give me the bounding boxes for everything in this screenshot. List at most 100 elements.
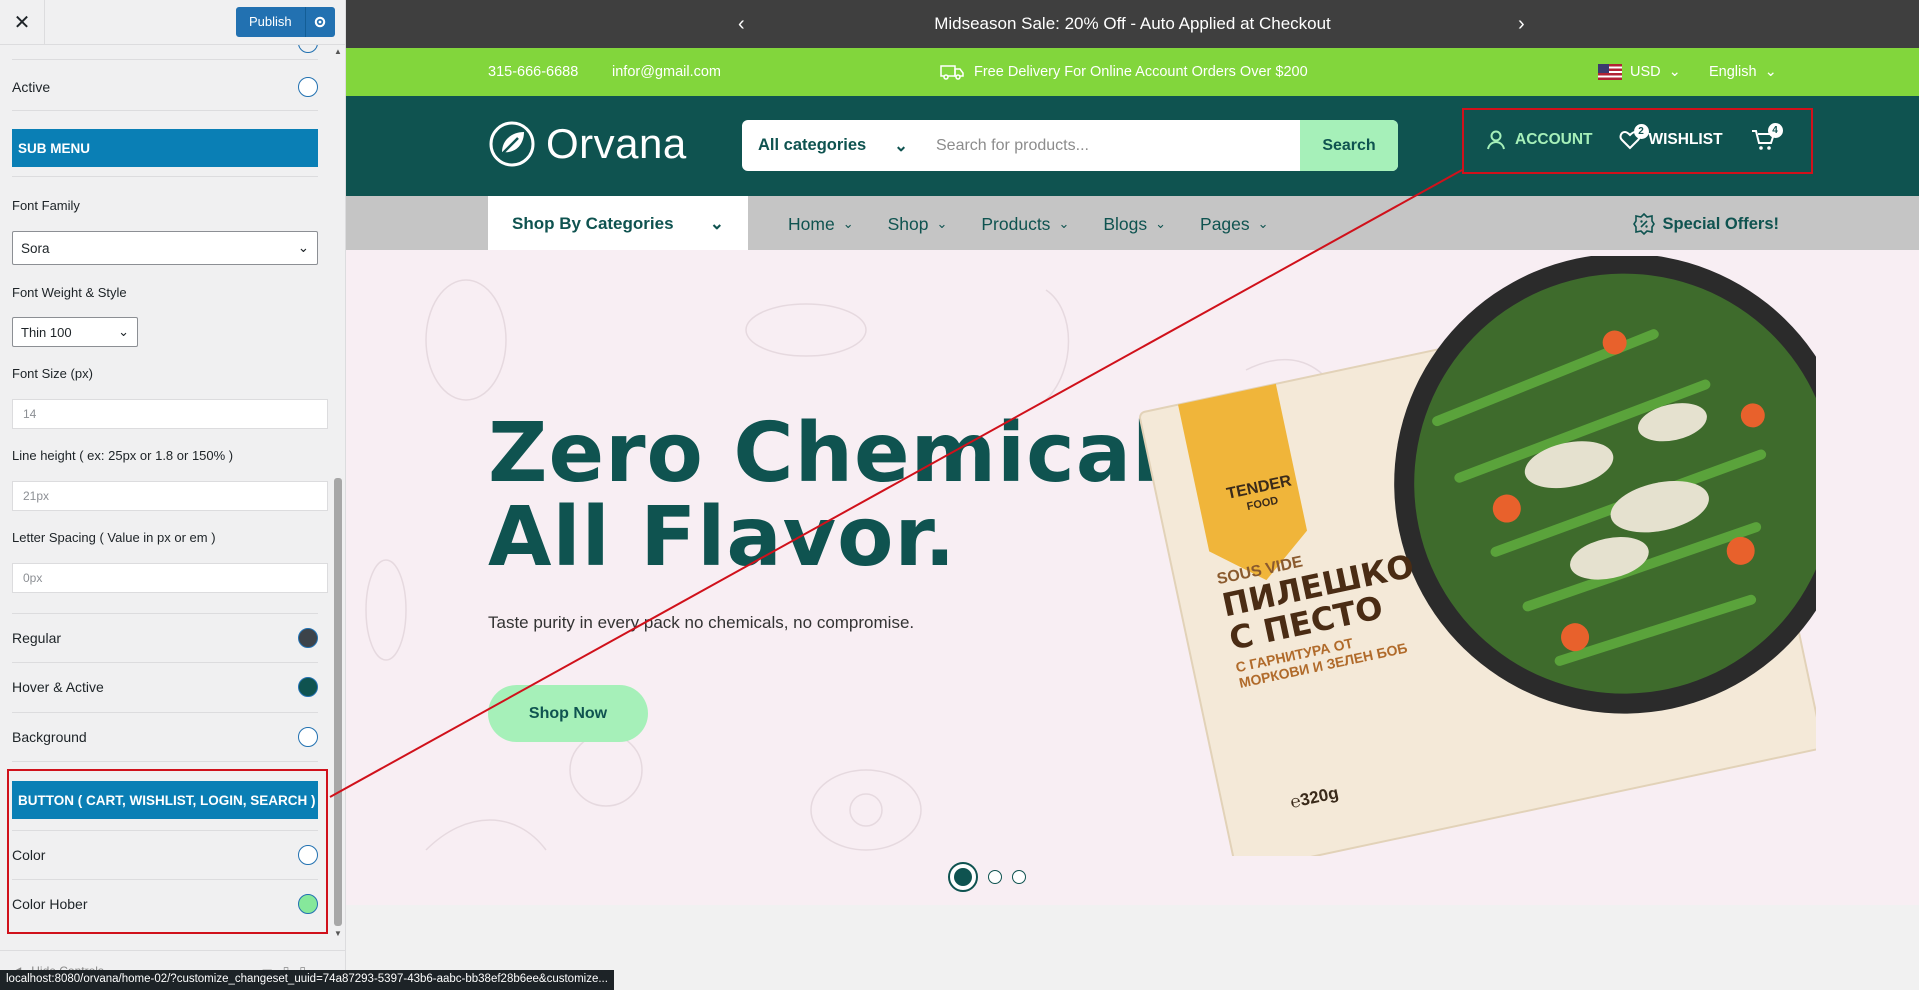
scroll-up-arrow-icon[interactable]: ▲: [334, 47, 342, 56]
annotation-highlight-box: [7, 769, 328, 934]
promo-bar: ‹ Midseason Sale: 20% Off - Auto Applied…: [346, 0, 1919, 48]
hover-active-color-swatch[interactable]: [298, 677, 318, 697]
nav-item-label: Blogs: [1103, 213, 1148, 234]
special-offers-label: Special Offers!: [1662, 214, 1779, 233]
site-preview: ‹ Midseason Sale: 20% Off - Auto Applied…: [346, 0, 1919, 990]
font-family-label: Font Family: [12, 198, 80, 213]
active-color-swatch[interactable]: [298, 77, 318, 97]
site-logo[interactable]: Orvana: [488, 120, 687, 168]
font-family-select[interactable]: Sora ⌄: [12, 231, 318, 265]
slider-dot-3[interactable]: [1012, 870, 1026, 884]
hero-subtitle: Taste purity in every pack no chemicals,…: [488, 613, 915, 632]
chevron-down-icon: ⌄: [1058, 216, 1070, 231]
status-bar-url: localhost:8080/orvana/home-02/?customize…: [0, 970, 614, 990]
delivery-notice: Free Delivery For Online Account Orders …: [940, 64, 1308, 80]
divider: [12, 662, 318, 663]
chevron-down-icon: ⌄: [894, 136, 908, 155]
hero-headline: Zero Chemicals. All Flavor.: [488, 412, 1243, 580]
nav-item-label: Home: [788, 213, 835, 234]
chevron-down-icon: ⌄: [118, 324, 129, 339]
us-flag-icon: [1598, 64, 1622, 80]
font-size-label: Font Size (px): [12, 366, 93, 381]
regular-label: Regular: [12, 630, 62, 646]
divider: [12, 761, 318, 762]
close-icon: ✕: [13, 11, 31, 34]
submenu-section-heading: SUB MENU: [12, 129, 318, 167]
currency-value: USD: [1630, 64, 1661, 80]
nav-item-products[interactable]: Products ⌄: [981, 214, 1069, 235]
nav-item-shop[interactable]: Shop ⌄: [888, 214, 948, 235]
language-value: English: [1709, 64, 1757, 80]
slider-dot-1[interactable]: [948, 862, 978, 892]
chevron-down-icon: ⌄: [1668, 64, 1681, 80]
search-button[interactable]: Search: [1300, 120, 1398, 171]
divider: [12, 59, 318, 60]
chevron-down-icon: ⌄: [709, 214, 724, 233]
shop-now-button[interactable]: Shop Now: [488, 685, 648, 742]
active-color-row: Active: [12, 72, 318, 102]
slider-dot-2[interactable]: [988, 870, 1002, 884]
line-height-input[interactable]: 21px: [12, 481, 328, 511]
font-weight-select[interactable]: Thin 100 ⌄: [12, 317, 138, 347]
main-navigation: Shop By Categories ⌄ Home ⌄ Shop ⌄ Product…: [346, 196, 1919, 252]
hover-active-label: Hover & Active: [12, 679, 104, 695]
customizer-sidebar: ✕ Publish Active SUB MENU Font Family So…: [0, 0, 346, 990]
font-size-input[interactable]: 14: [12, 399, 328, 429]
hero-slider: Zero Chemicals. All Flavor. Taste purity…: [346, 250, 1919, 905]
close-customizer-button[interactable]: ✕: [0, 0, 45, 45]
letter-spacing-label: Letter Spacing ( Value in px or em ): [12, 530, 216, 545]
product-package-image: [1139, 256, 1816, 856]
color-swatch-partial[interactable]: [298, 45, 318, 53]
search-category-select[interactable]: All categories ⌄: [742, 136, 922, 156]
divider: [12, 110, 318, 111]
search-input[interactable]: Search for products...: [922, 137, 1300, 155]
currency-selector[interactable]: USD ⌄: [1598, 64, 1681, 80]
delivery-text: Free Delivery For Online Account Orders …: [974, 64, 1308, 80]
logo-text: Orvana: [546, 120, 687, 167]
shop-by-categories-button[interactable]: Shop By Categories ⌄: [488, 196, 748, 252]
sidebar-scrollbar[interactable]: ▲ ▼: [332, 45, 344, 940]
phone-number[interactable]: 315-666-6688: [488, 64, 578, 80]
top-info-bar: 315-666-6688 infor@gmail.com Free Delive…: [346, 48, 1919, 96]
publish-group: Publish: [236, 7, 335, 37]
nav-item-pages[interactable]: Pages ⌄: [1200, 214, 1269, 235]
slider-pagination: [948, 862, 1026, 892]
language-selector[interactable]: English ⌄: [1709, 64, 1777, 80]
truck-icon: [940, 65, 964, 80]
discount-badge-icon: [1632, 213, 1655, 235]
nav-item-home[interactable]: Home ⌄: [788, 214, 854, 235]
email-address[interactable]: infor@gmail.com: [612, 64, 721, 80]
hover-active-color-row: Hover & Active: [12, 671, 318, 703]
special-offers-link[interactable]: Special Offers!: [1632, 196, 1779, 252]
scroll-thumb[interactable]: [334, 478, 342, 926]
chevron-left-icon[interactable]: ‹: [738, 13, 745, 36]
product-search: All categories ⌄ Search for products... …: [742, 120, 1398, 171]
hero-headline-line-1: Zero Chemicals.: [488, 406, 1244, 501]
chevron-down-icon: ⌄: [1257, 216, 1269, 231]
search-category-value: All categories: [758, 135, 867, 154]
nav-item-blogs[interactable]: Blogs ⌄: [1103, 214, 1166, 235]
customizer-header: ✕ Publish: [0, 0, 345, 45]
chevron-down-icon: ⌄: [936, 216, 948, 231]
divider: [12, 613, 318, 614]
nav-item-label: Shop: [887, 213, 929, 234]
chevron-down-icon: ⌄: [842, 216, 854, 231]
background-label: Background: [12, 729, 87, 745]
background-color-swatch[interactable]: [298, 727, 318, 747]
font-weight-label: Font Weight & Style: [12, 285, 127, 300]
chevron-right-icon[interactable]: ›: [1518, 13, 1525, 36]
nav-menu: Home ⌄ Shop ⌄ Products ⌄ Blogs ⌄ Pages ⌄: [788, 196, 1269, 252]
letter-spacing-input[interactable]: 0px: [12, 563, 328, 593]
publish-settings-button[interactable]: [304, 7, 335, 37]
promo-text: Midseason Sale: 20% Off - Auto Applied a…: [934, 14, 1331, 33]
chevron-down-icon: ⌄: [1155, 216, 1167, 231]
background-color-row: Background: [12, 721, 318, 753]
scroll-down-arrow-icon[interactable]: ▼: [334, 929, 342, 938]
publish-button[interactable]: Publish: [236, 7, 305, 37]
regular-color-row: Regular: [12, 622, 318, 654]
regular-color-swatch[interactable]: [298, 628, 318, 648]
line-height-label: Line height ( ex: 25px or 1.8 or 150% ): [12, 448, 234, 463]
hero-headline-line-2: All Flavor.: [488, 490, 957, 585]
divider: [12, 176, 318, 177]
nav-item-label: Products: [981, 213, 1051, 234]
